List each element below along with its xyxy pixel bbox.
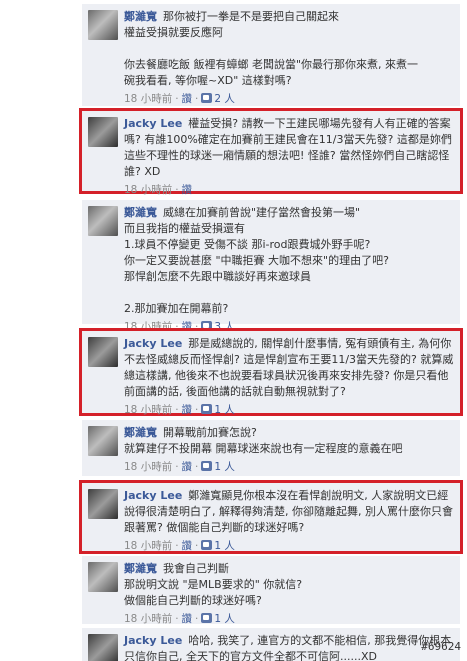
- timestamp: 18 小時前: [124, 540, 173, 552]
- avatar[interactable]: [88, 634, 118, 661]
- comment-body: 鄭濰寬 我會自己判斷 那說明文說 "是MLB要求的" 你就信? 做個能自己判斷的球…: [124, 561, 456, 627]
- comment-body: Jacky Lee 那是威總說的, 關悍創什麼事情, 冤有頭債有主, 為何你不去怪…: [124, 336, 456, 418]
- timestamp: 18 小時前: [124, 613, 173, 625]
- thumbs-up-icon: [201, 404, 213, 414]
- comment-text: 權益受損就要反應阿: [124, 26, 223, 39]
- thumbs-up-icon: [201, 461, 213, 471]
- comment-body: 鄭濰寬 威總在加賽前曾說"建仔當然會投第一場" 而且我指的權益受損還有 1.球員不…: [124, 205, 456, 335]
- comment-text: 就算建仔不投開幕 開幕球迷來說也有一定程度的意義在吧: [124, 442, 403, 455]
- like-count[interactable]: 1 人: [214, 404, 235, 416]
- like-link[interactable]: 讚: [182, 184, 193, 196]
- comment-item: 鄭濰寬 威總在加賽前曾說"建仔當然會投第一場" 而且我指的權益受損還有 1.球員不…: [82, 200, 460, 333]
- comment-item: 鄭濰寬 開幕戰前加賽怎說? 就算建仔不投開幕 開幕球迷來說也有一定程度的意義在吧 …: [82, 420, 460, 476]
- author-name[interactable]: Jacky Lee: [124, 117, 182, 130]
- comment-body: 鄭濰寬 開幕戰前加賽怎說? 就算建仔不投開幕 開幕球迷來說也有一定程度的意義在吧 …: [124, 425, 456, 475]
- like-link[interactable]: 讚: [182, 540, 193, 552]
- comment-text: 威總在加賽前曾說"建仔當然會投第一場": [163, 206, 361, 219]
- like-link[interactable]: 讚: [182, 613, 193, 625]
- comment-text: 做個能自己判斷的球迷好嗎?: [124, 594, 262, 607]
- comment-text: 那說明文說 "是MLB要求的" 你就信?: [124, 578, 303, 591]
- like-count[interactable]: 2 人: [214, 93, 235, 105]
- comment-meta: 18 小時前 · 讚 · 1 人: [124, 404, 235, 416]
- author-name[interactable]: 鄭濰寬: [124, 206, 157, 219]
- comment-meta: 18 小時前 · 讚: [124, 184, 193, 196]
- like-count[interactable]: 1 人: [214, 461, 235, 473]
- avatar[interactable]: [88, 562, 118, 592]
- author-name[interactable]: 鄭濰寬: [124, 10, 157, 23]
- comment-body: Jacky Lee 哈哈, 我笑了, 連官方的文都不能相信, 那我覺得你根本只信你…: [124, 633, 456, 661]
- thumbs-up-icon: [201, 321, 213, 331]
- comment-text: [124, 285, 456, 301]
- comment-body: 鄭濰寬 那你被打一拳是不是要把自己關起來 權益受損就要反應阿 你去餐廳吃飯 飯裡有…: [124, 9, 456, 107]
- author-name[interactable]: 鄭濰寬: [124, 426, 157, 439]
- thumbs-up-icon: [201, 613, 213, 623]
- comment-item: Jacky Lee 哈哈, 我笑了, 連官方的文都不能相信, 那我覺得你根本只信你…: [82, 628, 460, 661]
- thumbs-up-icon: [201, 93, 213, 103]
- avatar[interactable]: [88, 337, 118, 367]
- comment-item: 鄭濰寬 我會自己判斷 那說明文說 "是MLB要求的" 你就信? 做個能自己判斷的球…: [82, 556, 460, 627]
- avatar[interactable]: [88, 206, 118, 236]
- comment-meta: 18 小時前 · 讚 · 1 人: [124, 613, 235, 625]
- comment-text: 我會自己判斷: [163, 562, 229, 575]
- like-link[interactable]: 讚: [182, 93, 193, 105]
- author-name[interactable]: 鄭濰寬: [124, 562, 157, 575]
- comment-text: [124, 41, 456, 57]
- comment-text: 那悍創怎麼不先跟中職談好再來邀球員: [124, 270, 311, 283]
- comment-meta: 18 小時前 · 讚 · 2 人: [124, 93, 235, 105]
- like-count[interactable]: 1 人: [214, 613, 235, 625]
- comment-text: 而且我指的權益受損還有: [124, 222, 245, 235]
- avatar[interactable]: [88, 10, 118, 40]
- avatar[interactable]: [88, 426, 118, 456]
- timestamp: 18 小時前: [124, 404, 173, 416]
- comment-text: 碗我看看, 等你喔~XD" 這樣對嗎?: [124, 74, 292, 87]
- avatar[interactable]: [88, 489, 118, 519]
- timestamp: 18 小時前: [124, 461, 173, 473]
- comment-text: 1.球員不停變更 受傷不談 那i-rod跟費城外野手呢?: [124, 238, 371, 251]
- like-count[interactable]: 1 人: [214, 540, 235, 552]
- comment-thread: 鄭濰寬 那你被打一拳是不是要把自己關起來 權益受損就要反應阿 你去餐廳吃飯 飯裡有…: [0, 0, 467, 661]
- thumbs-up-icon: [201, 540, 213, 550]
- comment-item-highlighted: Jacky Lee 權益受損? 請教一下王建民哪場先發有人有正確的答案嗎? 有誰1…: [79, 108, 463, 196]
- comment-text: 那你被打一拳是不是要把自己關起來: [163, 10, 339, 23]
- author-name[interactable]: Jacky Lee: [124, 634, 182, 647]
- comment-body: Jacky Lee 權益受損? 請教一下王建民哪場先發有人有正確的答案嗎? 有誰1…: [124, 116, 456, 198]
- author-name[interactable]: Jacky Lee: [124, 337, 182, 350]
- avatar[interactable]: [88, 117, 118, 147]
- like-link[interactable]: 讚: [182, 404, 193, 416]
- comment-meta: 18 小時前 · 讚 · 1 人: [124, 540, 235, 552]
- comment-body: Jacky Lee 鄭濰寬顯見你根本沒在看悍創說明文, 人家說明文已經說得很清楚明…: [124, 488, 456, 554]
- comment-text: 你一定又要說甚麼 "中職拒賽 大咖不想來"的理由了吧?: [124, 254, 389, 267]
- timestamp: 18 小時前: [124, 93, 173, 105]
- author-name[interactable]: Jacky Lee: [124, 489, 182, 502]
- comment-item-highlighted: Jacky Lee 那是威總說的, 關悍創什麼事情, 冤有頭債有主, 為何你不去怪…: [79, 328, 463, 416]
- comment-item: 鄭濰寬 那你被打一拳是不是要把自己關起來 權益受損就要反應阿 你去餐廳吃飯 飯裡有…: [82, 4, 460, 106]
- comment-meta: 18 小時前 · 讚 · 1 人: [124, 461, 235, 473]
- timestamp: 18 小時前: [124, 184, 173, 196]
- comment-text: 2.那加賽加在開幕前?: [124, 302, 229, 315]
- comment-text: 開幕戰前加賽怎說?: [163, 426, 257, 439]
- comment-item-highlighted: Jacky Lee 鄭濰寬顯見你根本沒在看悍創說明文, 人家說明文已經說得很清楚明…: [79, 480, 463, 554]
- watermark: #69624: [421, 640, 461, 653]
- like-link[interactable]: 讚: [182, 461, 193, 473]
- comment-text: 你去餐廳吃飯 飯裡有蟑螂 老闆說當"你最行那你來煮, 來煮一: [124, 58, 419, 71]
